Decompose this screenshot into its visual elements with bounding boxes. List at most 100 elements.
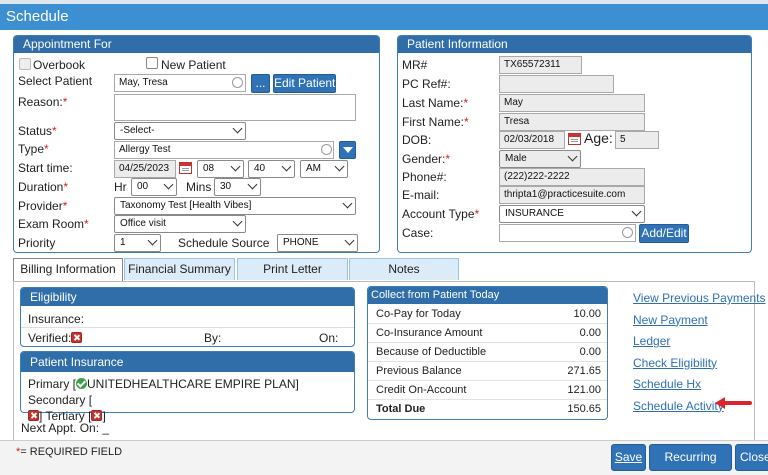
on-label: On: bbox=[319, 331, 339, 345]
duration-hr-select[interactable]: 00 bbox=[131, 178, 177, 196]
reason-label-text: Reason: bbox=[18, 95, 63, 109]
provider-label-text: Provider bbox=[18, 199, 63, 213]
secondary-label: Secondary [ bbox=[28, 393, 93, 407]
close-button[interactable]: Close bbox=[735, 444, 768, 471]
case-input[interactable] bbox=[499, 224, 636, 242]
provider-label: Provider* bbox=[18, 199, 67, 213]
patient-info-header: Patient Information bbox=[398, 36, 751, 53]
view-previous-payments-link[interactable]: View Previous Payments bbox=[633, 291, 766, 305]
chevron-down-icon bbox=[342, 198, 353, 209]
account-type-label: Account Type* bbox=[402, 207, 479, 221]
patient-clear-radio[interactable] bbox=[232, 77, 243, 88]
collect-panel: Collect from Patient Today Co-Pay for To… bbox=[367, 286, 608, 420]
ledger-link[interactable]: Ledger bbox=[633, 334, 670, 348]
type-input[interactable]: Allergy Test bbox=[114, 141, 334, 159]
tab-financial-summary[interactable]: Financial Summary bbox=[124, 258, 235, 280]
collect-row: Total Due 150.65 bbox=[368, 400, 607, 419]
chevron-down-icon bbox=[631, 206, 642, 217]
collect-row-label: Previous Balance bbox=[376, 365, 462, 377]
by-label: By: bbox=[204, 331, 222, 345]
primary-label: Primary [ bbox=[28, 377, 76, 391]
mr-field: TX65572311 bbox=[499, 56, 582, 74]
required-star: * bbox=[44, 142, 49, 156]
reason-textarea[interactable] bbox=[114, 94, 356, 121]
pcref-field bbox=[499, 75, 614, 93]
eligibility-divider bbox=[21, 327, 354, 328]
add-edit-button[interactable]: Add/Edit bbox=[639, 224, 689, 243]
case-clear-radio[interactable] bbox=[622, 227, 633, 238]
overbook-checkbox[interactable] bbox=[19, 58, 31, 70]
priority-select[interactable]: 1 bbox=[114, 234, 161, 252]
mr-label: MR# bbox=[402, 58, 428, 72]
new-patient-checkbox[interactable] bbox=[146, 57, 158, 69]
arrow-pointer bbox=[722, 401, 752, 405]
not-verified-icon bbox=[71, 332, 83, 343]
provider-select[interactable]: Taxonomy Test [Health Vibes] bbox=[114, 197, 356, 215]
duration-label: Duration* bbox=[18, 180, 68, 194]
tab-print-letter[interactable]: Print Letter bbox=[237, 258, 348, 280]
schedule-source-select[interactable]: PHONE bbox=[277, 234, 358, 252]
collect-row: Co-Pay for Today 10.00 bbox=[368, 305, 607, 324]
check-eligibility-link[interactable]: Check Eligibility bbox=[633, 356, 717, 370]
provider-value: Taxonomy Test [Health Vibes] bbox=[120, 200, 252, 211]
chevron-down-icon bbox=[230, 161, 241, 172]
tab-billing-information[interactable]: Billing Information bbox=[13, 258, 123, 282]
start-minute-select[interactable]: 40 bbox=[248, 160, 295, 178]
type-clear-radio[interactable] bbox=[321, 144, 332, 155]
primary-plan: UNITEDHEALTHCARE EMPIRE PLAN] bbox=[87, 377, 299, 391]
schedule-activity-link[interactable]: Schedule Activity bbox=[633, 399, 724, 413]
status-select[interactable]: -Select- bbox=[114, 122, 246, 140]
insurance-label: Insurance: bbox=[28, 312, 85, 326]
email-field: thripta1@practicesuite.com bbox=[499, 186, 645, 204]
collect-row: Previous Balance 271.65 bbox=[368, 362, 607, 381]
patient-input[interactable]: May, Tresa bbox=[114, 74, 246, 92]
chevron-down-icon bbox=[567, 151, 578, 162]
required-star: * bbox=[63, 180, 69, 194]
account-type-select[interactable]: INSURANCE bbox=[499, 205, 645, 223]
recurring-appt-button[interactable]: Recurring Appt. bbox=[649, 444, 732, 471]
collect-row-value: 121.00 bbox=[567, 384, 601, 396]
first-label-text: First Name: bbox=[402, 115, 465, 129]
chevron-down-icon bbox=[163, 179, 174, 190]
calendar-icon[interactable] bbox=[568, 133, 581, 145]
save-button[interactable]: Save bbox=[611, 444, 646, 471]
start-date-input[interactable]: 04/25/2023 bbox=[114, 160, 176, 178]
chevron-down-icon bbox=[232, 216, 243, 227]
no-secondary-icon bbox=[28, 410, 39, 421]
eligibility-header: Eligibility bbox=[21, 288, 354, 306]
start-hour-value: 08 bbox=[203, 163, 215, 174]
save-label: Save bbox=[614, 450, 643, 464]
type-dropdown-button[interactable] bbox=[339, 141, 356, 159]
required-text: = REQUIRED FIELD bbox=[20, 446, 123, 458]
required-star: * bbox=[52, 124, 57, 138]
phone-label: Phone#: bbox=[402, 170, 447, 184]
required-star: * bbox=[62, 95, 68, 109]
tab-notes[interactable]: Notes bbox=[349, 258, 459, 280]
calendar-icon[interactable] bbox=[179, 162, 192, 174]
schedule-hx-link[interactable]: Schedule Hx bbox=[633, 377, 701, 391]
duration-mins-value: 30 bbox=[220, 181, 232, 192]
first-name-label: First Name:* bbox=[402, 115, 469, 129]
status-label-text: Status bbox=[18, 124, 53, 138]
duration-mins-select[interactable]: 30 bbox=[214, 178, 261, 196]
pcref-label: PC Ref#: bbox=[402, 77, 451, 91]
collect-row: Credit On-Account 121.00 bbox=[368, 381, 607, 400]
gender-select[interactable]: Male bbox=[499, 150, 581, 168]
collect-row-label: Credit On-Account bbox=[376, 384, 467, 396]
hr-label: Hr bbox=[114, 180, 127, 194]
status-label: Status* bbox=[18, 124, 57, 138]
exam-room-select[interactable]: Office visit bbox=[114, 215, 246, 233]
new-payment-link[interactable]: New Payment bbox=[633, 313, 708, 327]
arrow-head bbox=[715, 397, 725, 409]
edit-patient-button[interactable]: Edit Patient bbox=[273, 74, 336, 93]
priority-label: Priority bbox=[18, 236, 56, 250]
chevron-down-icon bbox=[232, 123, 243, 134]
required-star: * bbox=[474, 207, 480, 221]
start-hour-select[interactable]: 08 bbox=[197, 160, 244, 178]
start-ampm-select[interactable]: AM bbox=[300, 160, 348, 178]
gender-value: Male bbox=[505, 153, 527, 164]
required-note: *= REQUIRED FIELD bbox=[16, 446, 122, 458]
status-value: -Select- bbox=[120, 125, 155, 136]
check-circle-icon bbox=[76, 378, 87, 389]
patient-lookup-button[interactable]: ... bbox=[251, 74, 270, 93]
